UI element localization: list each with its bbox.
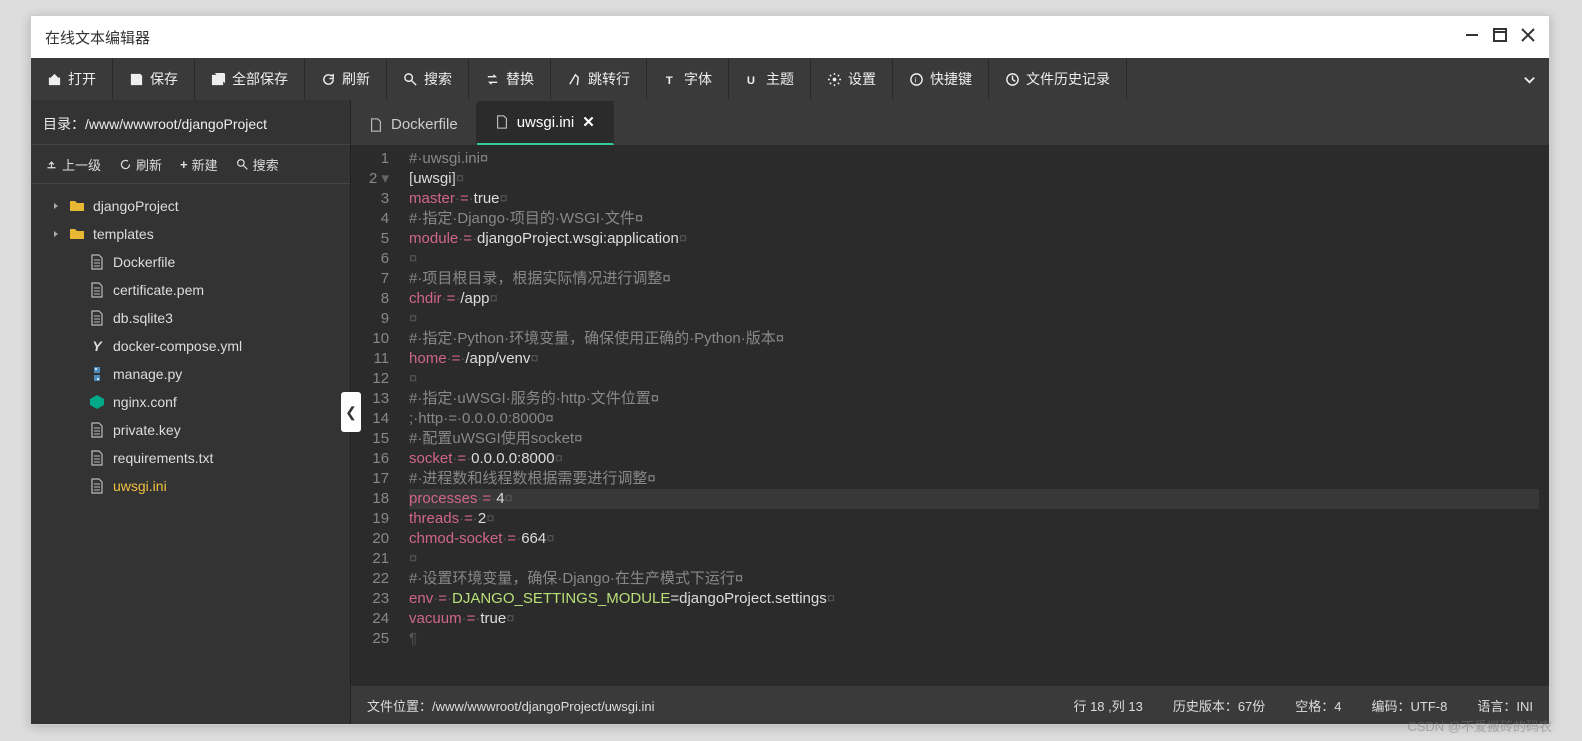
tree-item-label: djangoProject	[93, 198, 179, 214]
tree-item-label: requirements.txt	[113, 450, 213, 466]
save-all-button[interactable]: 全部保存	[195, 58, 305, 100]
statusbar: 文件位置：/www/wwwroot/djangoProject/uwsgi.in…	[351, 686, 1549, 724]
sidebar-path: 目录：/www/wwwroot/djangoProject	[31, 100, 350, 144]
status-cursor[interactable]: 行 18 ,列 13	[1073, 696, 1142, 715]
tree-item-label: private.key	[113, 422, 181, 438]
file-item[interactable]: requirements.txt	[31, 444, 350, 472]
code-lines[interactable]: #·uwsgi.ini¤[uwsgi]¤master·=·true¤#·指定·D…	[399, 145, 1549, 686]
tab[interactable]: Dockerfile	[351, 104, 477, 145]
sidebar-refresh-button[interactable]: 刷新	[113, 151, 168, 178]
tree-item-label: manage.py	[113, 366, 182, 382]
svg-text:T: T	[666, 75, 673, 87]
status-path: 文件位置：/www/wwwroot/djangoProject/uwsgi.in…	[367, 696, 655, 715]
status-spaces[interactable]: 空格：4	[1295, 696, 1341, 715]
file-item[interactable]: certificate.pem	[31, 276, 350, 304]
svg-text:U: U	[747, 75, 755, 87]
toolbar-label: 保存	[150, 69, 178, 89]
file-item[interactable]: manage.py	[31, 360, 350, 388]
tab-label: uwsgi.ini	[517, 114, 575, 131]
search-button[interactable]: 搜索	[387, 58, 469, 100]
replace-button[interactable]: 替换	[469, 58, 551, 100]
open-button[interactable]: 打开	[31, 58, 113, 100]
toolbar-label: 替换	[506, 69, 534, 89]
history-button[interactable]: 文件历史记录	[989, 58, 1127, 100]
titlebar: 在线文本编辑器	[31, 16, 1549, 58]
code-editor[interactable]: 12 ▾345678910111213141516171819202122232…	[351, 145, 1549, 686]
theme-button[interactable]: U 主题	[729, 58, 811, 100]
shortcuts-button[interactable]: i 快捷键	[893, 58, 989, 100]
file-tree: djangoProject templates Dockerfile certific…	[31, 184, 350, 724]
refresh-button[interactable]: 刷新	[305, 58, 387, 100]
close-icon[interactable]	[1521, 28, 1535, 47]
toolbar-label: 主题	[766, 69, 794, 89]
toolbar-label: 全部保存	[232, 69, 288, 89]
settings-button[interactable]: 设置	[811, 58, 893, 100]
svg-text:i: i	[915, 75, 917, 84]
editor-modal: 在线文本编辑器 打开 保存 全部保存 刷新 搜索 替换 跳转行 T字体 U主题 …	[30, 15, 1550, 725]
tree-item-label: uwsgi.ini	[113, 478, 167, 494]
tree-item-label: nginx.conf	[113, 394, 177, 410]
sidebar-search-button[interactable]: 搜索	[230, 151, 285, 178]
collapse-sidebar-handle[interactable]: ❮	[341, 392, 361, 432]
tree-item-label: Dockerfile	[113, 254, 175, 270]
folder-item[interactable]: templates	[31, 220, 350, 248]
up-button[interactable]: 上一级	[39, 151, 107, 178]
tabs: Dockerfile uwsgi.ini ✕	[351, 100, 1549, 145]
toolbar: 打开 保存 全部保存 刷新 搜索 替换 跳转行 T字体 U主题 设置 i快捷键 …	[31, 58, 1549, 100]
goto-button[interactable]: 跳转行	[551, 58, 647, 100]
toolbar-label: 跳转行	[588, 69, 630, 89]
minimize-icon[interactable]	[1465, 28, 1479, 47]
file-item[interactable]: Ydocker-compose.yml	[31, 332, 350, 360]
tree-item-label: templates	[93, 226, 154, 242]
tab-label: Dockerfile	[391, 116, 458, 133]
tab-close-icon[interactable]: ✕	[582, 113, 595, 131]
new-button[interactable]: +新建	[174, 151, 224, 178]
tab[interactable]: uwsgi.ini ✕	[477, 101, 614, 145]
toolbar-overflow-toggle[interactable]	[1509, 58, 1549, 100]
file-item[interactable]: db.sqlite3	[31, 304, 350, 332]
status-history[interactable]: 历史版本：67份	[1173, 696, 1265, 715]
folder-item[interactable]: djangoProject	[31, 192, 350, 220]
toolbar-label: 搜索	[424, 69, 452, 89]
file-item[interactable]: uwsgi.ini	[31, 472, 350, 500]
file-item[interactable]: private.key	[31, 416, 350, 444]
save-button[interactable]: 保存	[113, 58, 195, 100]
status-lang[interactable]: 语言：INI	[1477, 696, 1533, 715]
file-item[interactable]: Dockerfile	[31, 248, 350, 276]
maximize-icon[interactable]	[1493, 28, 1507, 47]
editor-area: Dockerfile uwsgi.ini ✕ 12 ▾345678910111213…	[351, 100, 1549, 724]
tree-item-label: certificate.pem	[113, 282, 204, 298]
toolbar-label: 快捷键	[930, 69, 972, 89]
file-item[interactable]: nginx.conf	[31, 388, 350, 416]
window-title: 在线文本编辑器	[45, 27, 150, 48]
toolbar-label: 打开	[68, 69, 96, 89]
toolbar-label: 文件历史记录	[1026, 69, 1110, 89]
toolbar-label: 字体	[684, 69, 712, 89]
tree-item-label: docker-compose.yml	[113, 338, 242, 354]
font-button[interactable]: T 字体	[647, 58, 729, 100]
tree-item-label: db.sqlite3	[113, 310, 173, 326]
sidebar: 目录：/www/wwwroot/djangoProject 上一级 刷新 +新建…	[31, 100, 351, 724]
status-encoding[interactable]: 编码：UTF-8	[1372, 696, 1448, 715]
toolbar-label: 设置	[848, 69, 876, 89]
toolbar-label: 刷新	[342, 69, 370, 89]
